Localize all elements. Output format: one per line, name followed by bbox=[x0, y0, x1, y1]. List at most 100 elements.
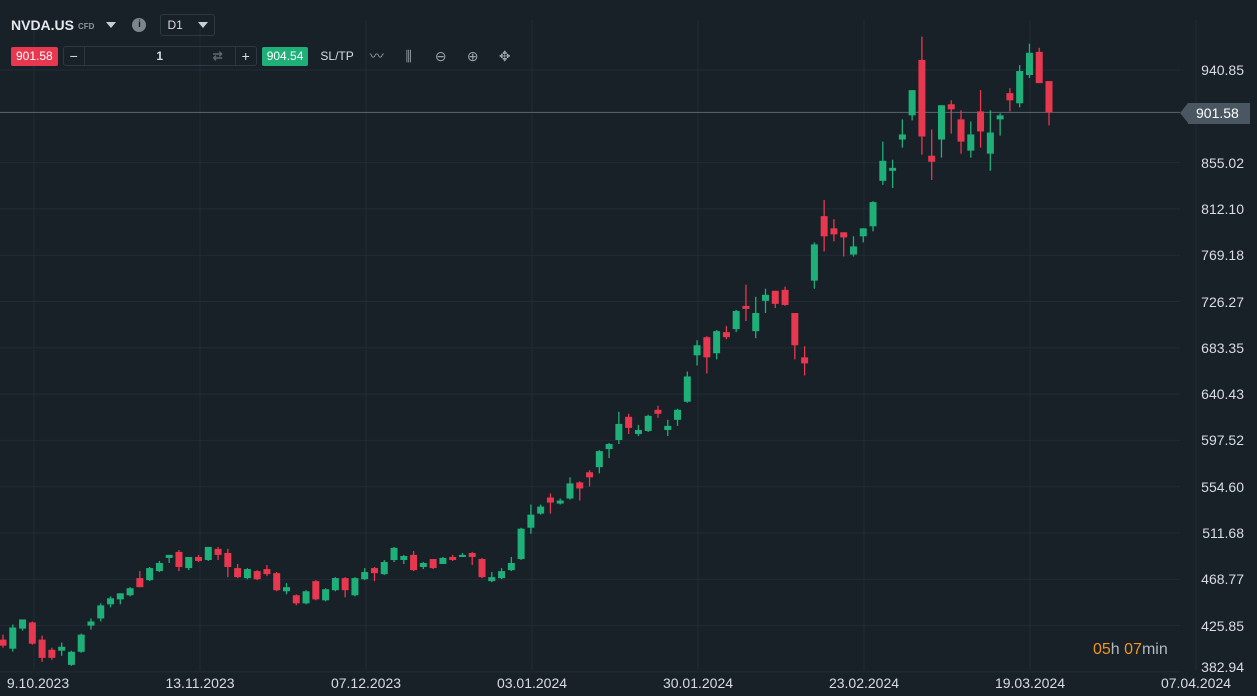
candle-up bbox=[605, 444, 613, 450]
timeframe-select[interactable]: D1 bbox=[160, 14, 216, 36]
x-tick-label: 03.01.2024 bbox=[496, 675, 568, 691]
timer-minutes-unit: min bbox=[1141, 641, 1168, 658]
candle-down bbox=[1006, 93, 1014, 101]
candle-up bbox=[458, 554, 466, 557]
y-tick-label: 769.18 bbox=[1201, 247, 1244, 264]
candle-down bbox=[1045, 81, 1053, 113]
candle-down bbox=[175, 551, 183, 567]
decrease-button[interactable]: − bbox=[64, 48, 84, 64]
trade-bar: 901.58 − 1 ⇄ + 904.54 SL/TP 〰 ⫼ ⊖ ⊕ ✥ bbox=[11, 46, 514, 66]
zoom-out-icon[interactable]: ⊖ bbox=[432, 48, 450, 65]
candle-up bbox=[67, 651, 75, 665]
y-tick-label: 855.02 bbox=[1201, 154, 1244, 171]
candle-down bbox=[586, 472, 594, 478]
swap-icon[interactable]: ⇄ bbox=[213, 49, 223, 63]
candle-up bbox=[507, 563, 515, 571]
zoom-in-icon[interactable]: ⊕ bbox=[464, 48, 482, 65]
candle-up bbox=[390, 547, 398, 560]
candle-up bbox=[908, 90, 916, 116]
candle-down bbox=[546, 497, 554, 503]
candle-up bbox=[282, 587, 290, 592]
candle-down bbox=[214, 548, 222, 555]
candle-down bbox=[957, 119, 965, 142]
symbol-name[interactable]: NVDA.US bbox=[11, 17, 74, 33]
candle-down bbox=[576, 482, 584, 489]
candle-up bbox=[683, 376, 691, 402]
candle-up bbox=[898, 134, 906, 140]
line-chart-icon[interactable]: 〰 bbox=[368, 46, 386, 66]
candle-up bbox=[615, 423, 623, 441]
symbol-dropdown-icon[interactable] bbox=[106, 22, 117, 28]
candle-countdown: 05h 07min bbox=[1093, 641, 1168, 659]
increase-button[interactable]: + bbox=[236, 48, 256, 64]
sell-button[interactable]: 901.58 bbox=[11, 46, 58, 66]
candle-up bbox=[859, 228, 867, 237]
candle-up bbox=[439, 557, 447, 564]
candle-up bbox=[996, 115, 1004, 120]
candle-up bbox=[713, 331, 721, 354]
move-icon[interactable]: ✥ bbox=[496, 48, 514, 65]
candle-up bbox=[107, 598, 115, 605]
candle-up bbox=[322, 589, 330, 601]
candle-down bbox=[947, 104, 955, 110]
candle-up bbox=[537, 506, 545, 514]
candle-down bbox=[38, 639, 46, 658]
timeframe-value: D1 bbox=[167, 18, 183, 32]
candle-up bbox=[664, 425, 672, 430]
candle-up bbox=[556, 500, 564, 504]
candle-down bbox=[771, 290, 779, 304]
y-tick-label: 812.10 bbox=[1201, 200, 1244, 217]
candle-up bbox=[674, 409, 682, 420]
y-tick-label: 511.68 bbox=[1202, 525, 1244, 542]
candlestick-chart[interactable] bbox=[0, 0, 1257, 696]
x-tick-label: 30.01.2024 bbox=[662, 675, 734, 691]
candle-up bbox=[165, 554, 173, 558]
y-tick-label: 468.77 bbox=[1201, 571, 1244, 588]
buy-button[interactable]: 904.54 bbox=[261, 46, 309, 66]
candle-down bbox=[263, 569, 271, 575]
candle-down bbox=[341, 578, 349, 591]
candle-up bbox=[351, 578, 359, 596]
x-tick-label: 13.11.2023 bbox=[165, 675, 235, 691]
y-tick-label: 940.85 bbox=[1201, 62, 1244, 78]
candle-up bbox=[87, 621, 95, 626]
candle-up bbox=[116, 593, 124, 600]
candle-down bbox=[370, 568, 378, 574]
candle-up bbox=[126, 588, 134, 596]
chevron-down-icon bbox=[198, 22, 209, 28]
candle-up bbox=[419, 563, 427, 567]
candles-icon[interactable]: ⫼ bbox=[400, 48, 418, 65]
candle-up bbox=[810, 244, 818, 281]
candle-up bbox=[19, 619, 27, 629]
timer-hours: 05 bbox=[1093, 641, 1111, 658]
y-tick-label: 640.43 bbox=[1201, 386, 1244, 403]
candle-down bbox=[840, 232, 848, 238]
candle-up bbox=[302, 591, 310, 604]
candle-up bbox=[204, 546, 212, 560]
x-tick-label: 23.02.2024 bbox=[828, 675, 900, 691]
quantity-stepper: − 1 ⇄ + bbox=[62, 46, 257, 66]
candle-up bbox=[361, 572, 369, 580]
candle-down bbox=[722, 332, 730, 338]
candle-down bbox=[253, 571, 261, 580]
y-tick-label: 683.35 bbox=[1201, 339, 1244, 356]
y-tick-label: 425.85 bbox=[1201, 617, 1244, 634]
candle-up bbox=[967, 134, 975, 151]
candle-up bbox=[527, 514, 535, 528]
candle-down bbox=[478, 559, 486, 578]
info-icon[interactable]: i bbox=[132, 18, 147, 32]
candle-down bbox=[292, 595, 300, 604]
candle-up bbox=[849, 246, 857, 255]
candle-down bbox=[429, 559, 437, 569]
candle-down bbox=[918, 59, 926, 137]
y-tick-label: 554.60 bbox=[1201, 478, 1244, 495]
quantity-input[interactable]: 1 ⇄ bbox=[83, 47, 236, 65]
candle-down bbox=[781, 289, 789, 305]
sltp-button[interactable]: SL/TP bbox=[320, 49, 353, 63]
candle-down bbox=[449, 556, 457, 560]
candle-up bbox=[937, 105, 945, 140]
candle-up bbox=[1016, 71, 1024, 104]
candle-up bbox=[400, 555, 408, 560]
candle-up bbox=[644, 415, 652, 431]
candle-up bbox=[634, 429, 642, 434]
